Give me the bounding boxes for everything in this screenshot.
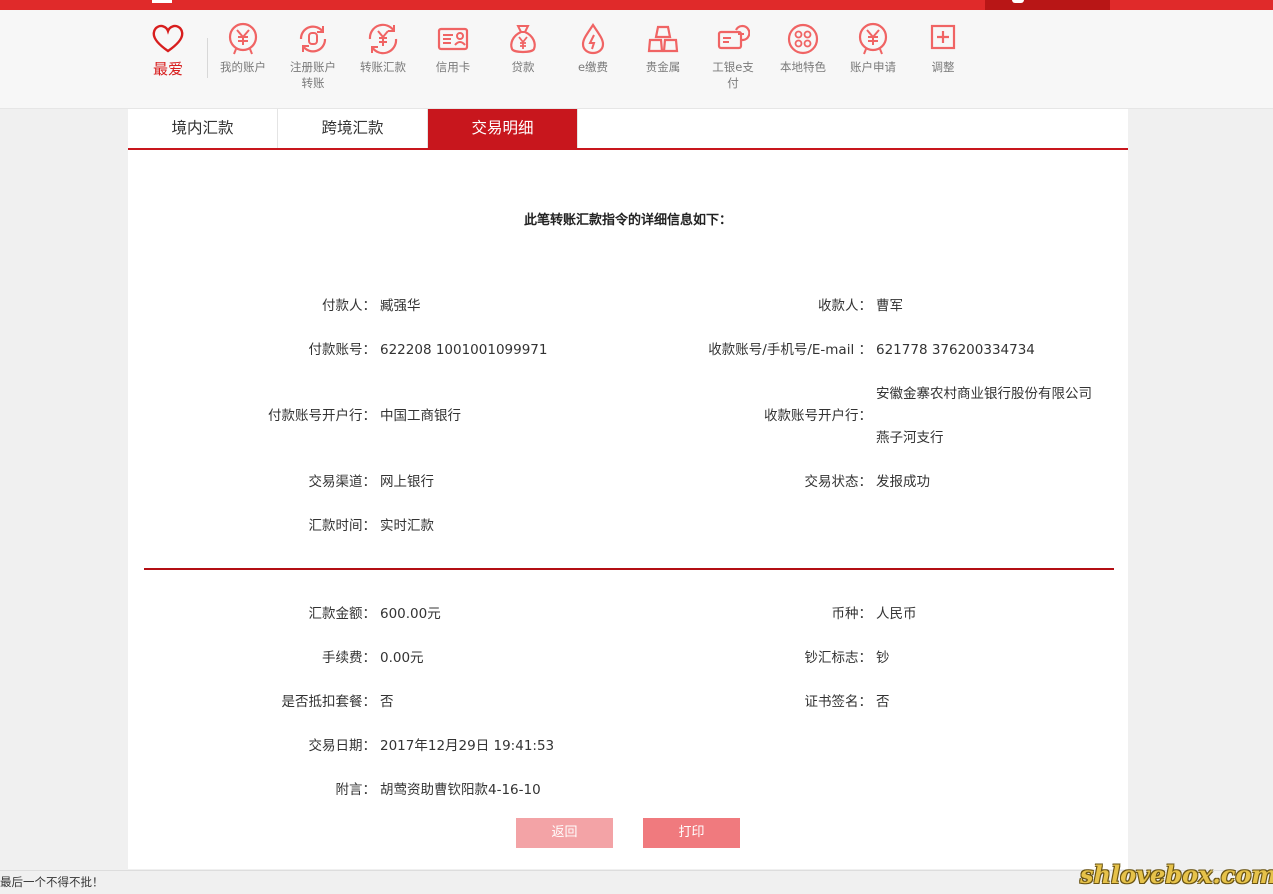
cash-flag-value: 钞 [876, 650, 890, 666]
payer-bank-value: 中国工商银行 [380, 408, 461, 424]
section-divider [144, 568, 1114, 570]
nav-item-adjust[interactable]: 调整 [908, 22, 978, 75]
top-brand-strip [0, 0, 1273, 10]
cert-value: 否 [876, 694, 890, 710]
credit-card-icon [437, 27, 469, 51]
nav-item-label: 贵金属 [645, 60, 681, 74]
fee-label: 手续费： [322, 650, 376, 666]
payer-label: 付款人： [322, 298, 376, 314]
package-value: 否 [380, 694, 394, 710]
nav-item-label: 本地特色 [780, 60, 826, 74]
nav-item-registered-transfer[interactable]: 注册账户 转账 [278, 22, 348, 91]
nav-item-account-apply[interactable]: 账户申请 [838, 22, 908, 75]
nav-item-my-account[interactable]: 我的账户 [208, 22, 278, 75]
account-transfer-icon [299, 25, 327, 53]
nav-item-credit-card[interactable]: 信用卡 [418, 22, 488, 75]
fee-value: 0.00元 [380, 650, 424, 666]
transfer-icon [368, 23, 398, 55]
date-label: 交易日期： [308, 738, 377, 754]
plus-box-icon [930, 24, 956, 50]
nav-item-loan[interactable]: 贷款 [488, 22, 558, 75]
nav-favorite[interactable]: 最爱 [148, 24, 188, 79]
note-value: 胡莺资助曹钦阳款4-16-10 [380, 782, 541, 798]
nav-item-icbc-epay[interactable]: 工银e支付 [698, 22, 768, 91]
cert-label: 证书签名： [804, 694, 873, 710]
gold-bars-icon [647, 25, 679, 53]
watermark-logo: shlovebox.com [1080, 860, 1273, 889]
currency-value: 人民币 [876, 606, 917, 622]
top-strip-mark [152, 0, 172, 3]
cash-flag-label: 钞汇标志： [804, 650, 873, 666]
amount-value: 600.00元 [380, 606, 441, 622]
epay-icon [717, 24, 750, 50]
local-dots-icon [787, 23, 819, 55]
nav-item-label: 信用卡 [435, 60, 471, 74]
nav-item-precious-metal[interactable]: 贵金属 [628, 22, 698, 75]
main-nav-bar: 最爱 我的账户 注册账户 转账 转账汇款 信用卡 贷款 e缴费 贵金属 工银e支… [0, 10, 1273, 109]
note-label: 附言： [335, 782, 377, 798]
payee-account-label: 收款账号/手机号/E-mail ： [708, 342, 872, 358]
payer-account-value: 622208 1001001099971 [380, 342, 548, 358]
nav-item-e-payment[interactable]: e缴费 [558, 22, 628, 75]
remit-time-value: 实时汇款 [380, 518, 434, 534]
tab-crossborder-remit[interactable]: 跨境汇款 [278, 109, 428, 148]
detail-heading: 此笔转账汇款指令的详细信息如下： [523, 213, 732, 228]
payee-account-value: 621778 376200334734 [876, 342, 1035, 358]
transaction-detail-panel: 境内汇款 跨境汇款 交易明细 此笔转账汇款指令的详细信息如下： 付款人： 臧强华… [128, 109, 1128, 869]
nav-item-local-feature[interactable]: 本地特色 [768, 22, 838, 75]
amount-label: 汇款金额： [308, 606, 377, 622]
nav-item-label: 注册账户 转账 [290, 60, 336, 90]
remit-tabs: 境内汇款 跨境汇款 交易明细 [128, 109, 1128, 150]
status-label: 交易状态： [804, 474, 873, 490]
nav-item-label: e缴费 [577, 60, 609, 74]
channel-label: 交易渠道： [308, 474, 377, 490]
status-text: 最后一个不得不批！ [0, 875, 104, 889]
payee-bank-value-line2: 燕子河支行 [876, 430, 944, 446]
payee-value: 曹军 [876, 298, 903, 314]
currency-label: 币种： [831, 606, 873, 622]
yen-circle-icon [228, 22, 258, 55]
top-strip-tab [985, 0, 1110, 10]
channel-value: 网上银行 [380, 474, 434, 490]
back-button[interactable]: 返回 [516, 818, 613, 848]
nav-item-label: 转账汇款 [360, 60, 406, 74]
print-button[interactable]: 打印 [643, 818, 740, 848]
nav-item-label: 贷款 [511, 60, 535, 74]
payer-account-label: 付款账号： [308, 342, 377, 358]
heart-icon [152, 24, 184, 53]
payer-bank-label: 付款账号开户行： [268, 408, 376, 424]
payee-bank-value-line1: 安徽金寨农村商业银行股份有限公司 [876, 386, 1092, 402]
nav-favorite-label: 最爱 [152, 60, 183, 78]
date-value: 2017年12月29日 19:41:53 [380, 738, 555, 754]
top-strip-mark-2 [1012, 0, 1024, 3]
nav-item-label: 我的账户 [220, 60, 266, 74]
payee-label: 收款人： [818, 298, 872, 314]
tab-domestic-remit[interactable]: 境内汇款 [128, 109, 278, 148]
nav-item-label: 工银e支付 [712, 60, 754, 90]
package-label: 是否抵扣套餐： [281, 694, 377, 710]
account-apply-icon [858, 22, 888, 55]
nav-item-transfer[interactable]: 转账汇款 [348, 22, 418, 75]
nav-item-label: 调整 [931, 60, 955, 74]
payee-bank-label: 收款账号开户行： [764, 408, 872, 424]
payer-value: 臧强华 [380, 298, 421, 314]
status-value: 发报成功 [876, 474, 930, 490]
money-bag-icon [510, 25, 536, 54]
nav-item-label: 账户申请 [850, 60, 896, 74]
tab-transaction-detail[interactable]: 交易明细 [428, 109, 578, 148]
water-drop-icon [581, 23, 605, 55]
remit-time-label: 汇款时间： [308, 518, 377, 534]
